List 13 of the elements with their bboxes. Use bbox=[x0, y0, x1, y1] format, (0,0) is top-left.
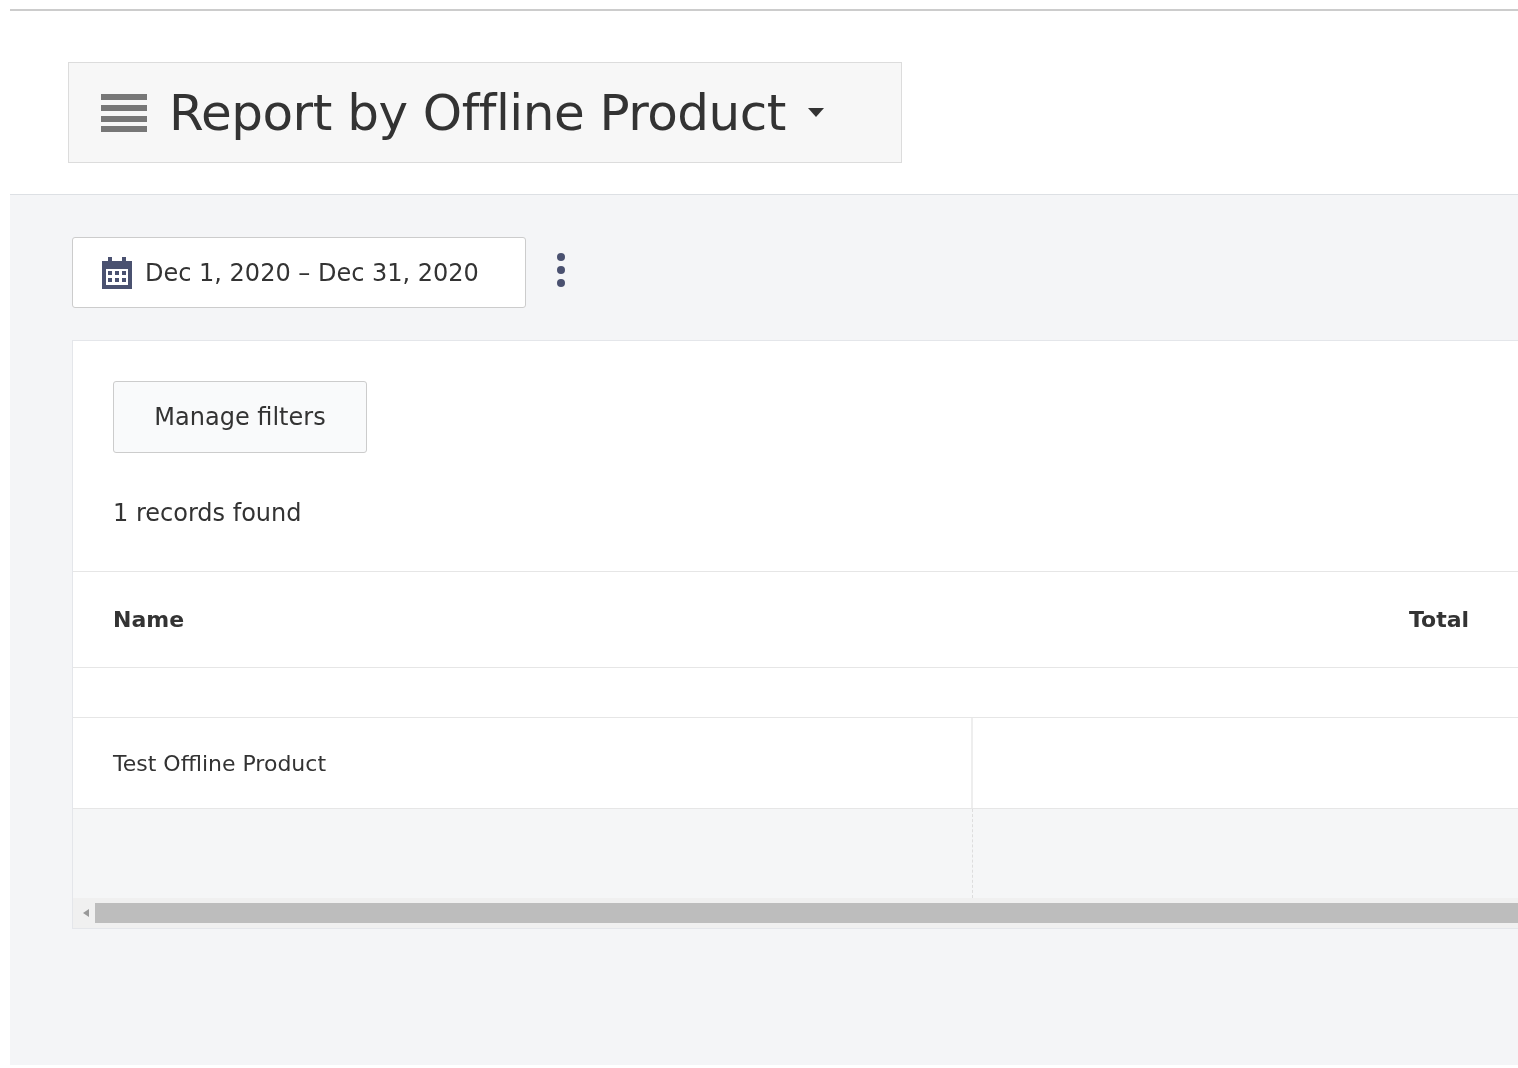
column-header: Total bbox=[1408, 607, 1471, 632]
column-header: Name bbox=[112, 607, 186, 632]
date-range-button[interactable]: Dec 1, 2020 – Dec 31, 2020 bbox=[72, 237, 526, 308]
caret-icon bbox=[807, 108, 824, 117]
horizontal-scrollbar[interactable] bbox=[73, 898, 1518, 928]
manage-filters-button[interactable]: Manage filters bbox=[113, 381, 367, 453]
scrollbar-thumb[interactable] bbox=[95, 903, 1518, 923]
records-count: 1 records found bbox=[113, 499, 303, 529]
calendar-icon bbox=[101, 256, 133, 289]
report-title-button[interactable]: Report by Offline Product bbox=[68, 62, 902, 163]
scroll-left-icon[interactable] bbox=[83, 909, 89, 917]
more-options-icon[interactable] bbox=[556, 252, 566, 287]
menu-icon bbox=[101, 93, 147, 132]
